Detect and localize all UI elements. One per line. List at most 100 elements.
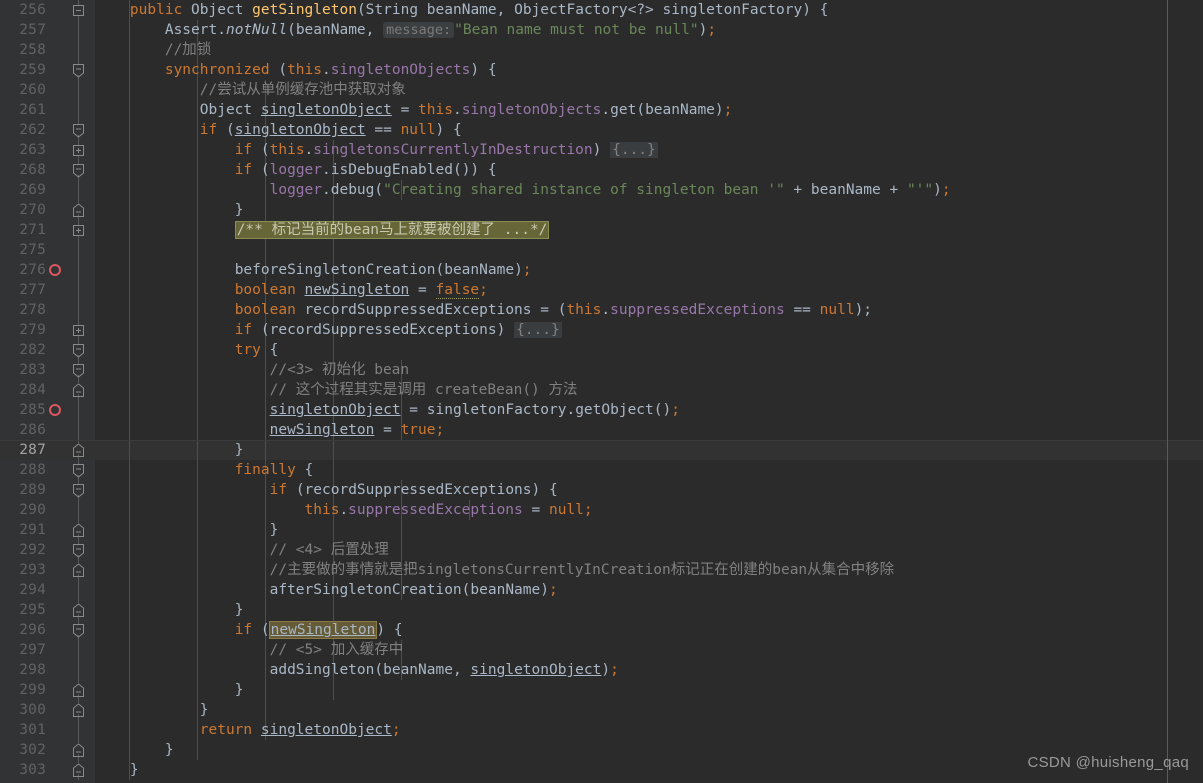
- code-text[interactable]: // <4> 后置处理: [95, 540, 389, 560]
- code-text[interactable]: if (recordSuppressedExceptions) {: [95, 480, 558, 500]
- line-number[interactable]: 257: [0, 20, 46, 40]
- line-number[interactable]: 303: [0, 760, 46, 780]
- code-text[interactable]: Assert.notNull(beanName, message: "Bean n…: [95, 20, 716, 40]
- fold-marker-minus-top[interactable]: [73, 124, 84, 138]
- code-text[interactable]: addSingleton(beanName, singletonObject);: [95, 660, 619, 680]
- line-number[interactable]: 284: [0, 380, 46, 400]
- line-number[interactable]: 299: [0, 680, 46, 700]
- line-number[interactable]: 287: [0, 440, 46, 460]
- code-text[interactable]: }: [95, 740, 174, 760]
- code-text[interactable]: if (this.singletonsCurrentlyInDestructio…: [95, 140, 658, 160]
- code-line[interactable]: 260 //尝试从单例缓存池中获取对象: [0, 80, 1203, 100]
- line-number[interactable]: 278: [0, 300, 46, 320]
- line-number[interactable]: 292: [0, 540, 46, 560]
- code-text[interactable]: }: [95, 600, 244, 620]
- code-line[interactable]: 283 //<3> 初始化 bean: [0, 360, 1203, 380]
- code-line[interactable]: 269 logger.debug("Creating shared instan…: [0, 180, 1203, 200]
- line-number[interactable]: 289: [0, 480, 46, 500]
- code-text[interactable]: boolean newSingleton = false;: [95, 280, 488, 300]
- code-line[interactable]: 290 this.suppressedExceptions = null;: [0, 500, 1203, 520]
- line-number[interactable]: 275: [0, 240, 46, 260]
- code-text[interactable]: boolean recordSuppressedExceptions = (th…: [95, 300, 872, 320]
- line-number[interactable]: 301: [0, 720, 46, 740]
- code-text[interactable]: }: [95, 440, 244, 460]
- code-line[interactable]: 258 //加锁: [0, 40, 1203, 60]
- fold-marker-minus[interactable]: [73, 5, 84, 16]
- fold-marker-plus[interactable]: [73, 225, 84, 236]
- line-number[interactable]: 276: [0, 260, 46, 280]
- code-text[interactable]: //主要做的事情就是把singletonsCurrentlyInCreation…: [95, 560, 895, 580]
- code-line[interactable]: 297 // <5> 加入缓存中: [0, 640, 1203, 660]
- line-number[interactable]: 256: [0, 0, 46, 20]
- line-number[interactable]: 277: [0, 280, 46, 300]
- line-number[interactable]: 258: [0, 40, 46, 60]
- fold-placeholder[interactable]: {...}: [514, 322, 562, 338]
- fold-placeholder[interactable]: {...}: [610, 142, 658, 158]
- code-text[interactable]: this.suppressedExceptions = null;: [95, 500, 593, 520]
- code-line[interactable]: 278 boolean recordSuppressedExceptions =…: [0, 300, 1203, 320]
- code-text[interactable]: }: [95, 760, 139, 780]
- code-text[interactable]: }: [95, 680, 244, 700]
- code-line[interactable]: 263 if (this.singletonsCurrentlyInDestru…: [0, 140, 1203, 160]
- fold-placeholder-javadoc[interactable]: /** 标记当前的bean马上就要被创建了 ...*/: [234, 221, 550, 239]
- line-number[interactable]: 293: [0, 560, 46, 580]
- line-number[interactable]: 297: [0, 640, 46, 660]
- line-number[interactable]: 271: [0, 220, 46, 240]
- code-text[interactable]: }: [95, 520, 279, 540]
- line-number[interactable]: 300: [0, 700, 46, 720]
- code-line[interactable]: 270 }: [0, 200, 1203, 220]
- line-number[interactable]: 298: [0, 660, 46, 680]
- code-line[interactable]: 299 }: [0, 680, 1203, 700]
- fold-marker-minus-top[interactable]: [73, 484, 84, 498]
- code-text[interactable]: synchronized (this.singletonObjects) {: [95, 60, 497, 80]
- code-line[interactable]: 298 addSingleton(beanName, singletonObje…: [0, 660, 1203, 680]
- code-text[interactable]: finally {: [95, 460, 314, 480]
- code-line[interactable]: 259 synchronized (this.singletonObjects)…: [0, 60, 1203, 80]
- fold-marker-minus-bottom[interactable]: [73, 603, 84, 617]
- code-line[interactable]: 256 public Object getSingleton(String be…: [0, 0, 1203, 20]
- fold-marker-minus-top[interactable]: [73, 64, 84, 78]
- code-text[interactable]: if (singletonObject == null) {: [95, 120, 462, 140]
- line-number[interactable]: 259: [0, 60, 46, 80]
- breakpoint-marker[interactable]: [49, 264, 61, 276]
- code-line[interactable]: 303 }: [0, 760, 1203, 780]
- code-line[interactable]: 293 //主要做的事情就是把singletonsCurrentlyInCrea…: [0, 560, 1203, 580]
- code-text[interactable]: if (newSingleton) {: [95, 620, 403, 640]
- code-line[interactable]: 286 newSingleton = true;: [0, 420, 1203, 440]
- code-text[interactable]: // <5> 加入缓存中: [95, 640, 404, 660]
- line-number[interactable]: 268: [0, 160, 46, 180]
- fold-marker-minus-bottom[interactable]: [73, 523, 84, 537]
- fold-marker-minus-bottom[interactable]: [73, 763, 84, 777]
- line-number[interactable]: 285: [0, 400, 46, 420]
- line-number[interactable]: 282: [0, 340, 46, 360]
- code-line[interactable]: 302 }: [0, 740, 1203, 760]
- code-line[interactable]: 257 Assert.notNull(beanName, message: "Be…: [0, 20, 1203, 40]
- code-line[interactable]: 268 if (logger.isDebugEnabled()) {: [0, 160, 1203, 180]
- line-number[interactable]: 270: [0, 200, 46, 220]
- fold-marker-minus-top[interactable]: [73, 364, 84, 378]
- line-number[interactable]: 263: [0, 140, 46, 160]
- code-line[interactable]: 287 }: [0, 440, 1203, 460]
- line-number[interactable]: 286: [0, 420, 46, 440]
- fold-marker-minus-top[interactable]: [73, 544, 84, 558]
- fold-marker-minus-top[interactable]: [73, 464, 84, 478]
- code-text[interactable]: try {: [95, 340, 279, 360]
- fold-marker-minus-bottom[interactable]: [73, 703, 84, 717]
- code-line[interactable]: 295 }: [0, 600, 1203, 620]
- fold-marker-minus-bottom[interactable]: [73, 443, 84, 457]
- code-text[interactable]: //尝试从单例缓存池中获取对象: [95, 80, 406, 100]
- line-number[interactable]: 291: [0, 520, 46, 540]
- line-number[interactable]: 262: [0, 120, 46, 140]
- code-line[interactable]: 279 if (recordSuppressedExceptions) {...…: [0, 320, 1203, 340]
- code-line[interactable]: 294 afterSingletonCreation(beanName);: [0, 580, 1203, 600]
- code-text[interactable]: newSingleton = true;: [95, 420, 445, 440]
- code-text[interactable]: singletonObject = singletonFactory.getOb…: [95, 400, 680, 420]
- fold-marker-minus-bottom[interactable]: [73, 743, 84, 757]
- code-text[interactable]: //加锁: [95, 40, 211, 60]
- code-line[interactable]: 271 /** 标记当前的bean马上就要被创建了 ...*/: [0, 220, 1203, 240]
- code-line[interactable]: 285 singletonObject = singletonFactory.g…: [0, 400, 1203, 420]
- code-line[interactable]: 300 }: [0, 700, 1203, 720]
- code-text[interactable]: return singletonObject;: [95, 720, 401, 740]
- code-line[interactable]: 275: [0, 240, 1203, 260]
- fold-marker-minus-bottom[interactable]: [73, 383, 84, 397]
